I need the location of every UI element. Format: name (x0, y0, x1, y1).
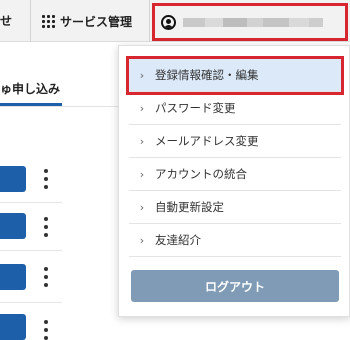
chevron-right-icon: › (139, 167, 145, 181)
menu-item-change-password[interactable]: › パスワード変更 (129, 92, 341, 125)
menu-item-label: パスワード変更 (155, 101, 236, 115)
row-divider (0, 250, 62, 251)
menu-item-edit-registration[interactable]: › 登録情報確認・編集 (126, 56, 344, 95)
chevron-right-icon: › (139, 200, 145, 214)
menu-item-label: メールアドレス変更 (155, 134, 259, 148)
row-action-button[interactable] (0, 166, 26, 192)
menu-item-auto-renew-settings[interactable]: › 自動更新設定 (129, 191, 341, 224)
tab-application[interactable]: ゅ申し込み (0, 80, 60, 97)
more-options-icon[interactable] (42, 320, 50, 340)
menu-item-refer-friend[interactable]: › 友達紹介 (129, 224, 341, 257)
service-management-label: サービス管理 (60, 14, 133, 29)
row-divider (0, 202, 62, 203)
menu-item-label: アカウントの統合 (155, 167, 247, 181)
account-dropdown-menu: › 登録情報確認・編集 › パスワード変更 › メールアドレス変更 › アカウン… (118, 45, 350, 317)
top-bar: せ サービス管理 (0, 0, 350, 42)
chevron-right-icon: › (139, 233, 145, 247)
row-action-button[interactable] (0, 314, 26, 340)
masked-username (183, 17, 323, 27)
user-icon (161, 14, 176, 30)
service-management-button[interactable]: サービス管理 (38, 0, 144, 42)
account-menu-button[interactable] (152, 3, 348, 41)
more-options-icon[interactable] (42, 217, 50, 237)
chevron-right-icon: › (139, 101, 145, 115)
chevron-right-icon: › (139, 68, 145, 82)
grid-icon (42, 14, 55, 28)
topbar-divider (149, 0, 150, 42)
menu-item-label: 登録情報確認・編集 (155, 68, 259, 82)
more-options-icon[interactable] (42, 267, 50, 287)
topbar-divider (30, 0, 31, 42)
menu-item-label: 友達紹介 (155, 233, 201, 247)
chevron-right-icon: › (139, 134, 145, 148)
logout-button[interactable]: ログアウト (131, 270, 339, 302)
more-options-icon[interactable] (42, 169, 50, 189)
row-action-button[interactable] (0, 264, 26, 290)
row-action-button[interactable] (0, 213, 26, 239)
menu-item-label: 自動更新設定 (155, 200, 224, 214)
tab-divider (0, 106, 118, 107)
menu-item-change-email[interactable]: › メールアドレス変更 (129, 125, 341, 158)
topbar-cut-text: せ (0, 14, 13, 28)
row-divider (0, 302, 62, 303)
menu-item-merge-account[interactable]: › アカウントの統合 (129, 158, 341, 191)
